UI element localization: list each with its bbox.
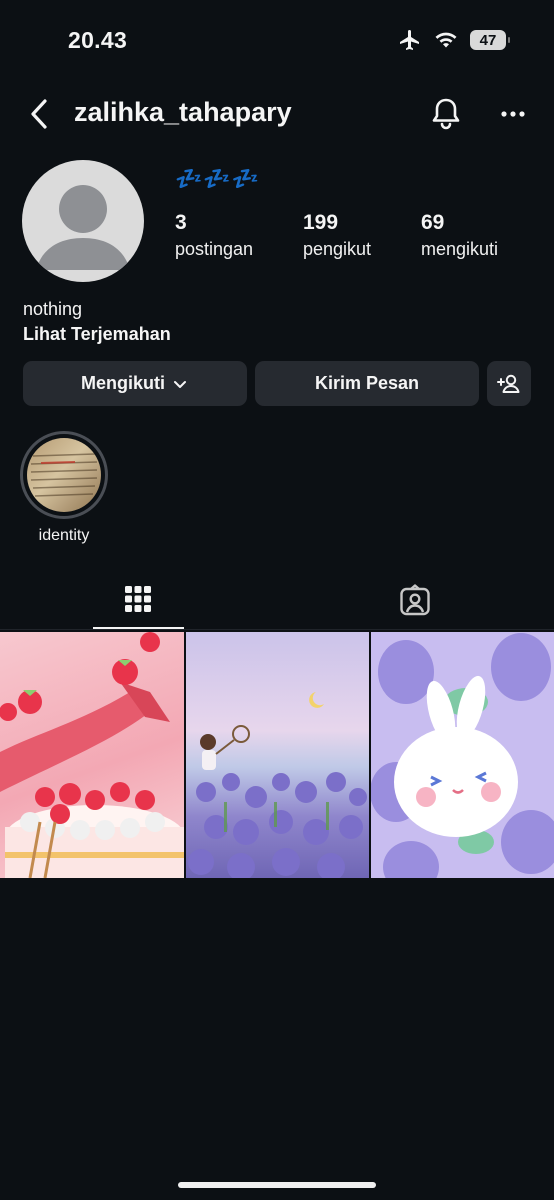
post-thumbnail-bunny[interactable] xyxy=(371,632,554,878)
following-button-label: Mengikuti xyxy=(81,373,165,393)
highlight-label: identity xyxy=(38,527,90,544)
highlight-cover-image[interactable] xyxy=(27,438,101,512)
post-art-bunny xyxy=(371,633,554,878)
profile-username: zalihka_tahapary xyxy=(74,97,292,127)
wifi-icon xyxy=(435,32,457,48)
stat-following[interactable]: 69 mengikuti xyxy=(421,211,498,260)
profile-display-name: 💤💤💤 xyxy=(175,166,261,191)
tagged-posts-tab-icon[interactable] xyxy=(399,584,431,616)
tab-divider xyxy=(0,629,554,630)
battery-icon: 47 xyxy=(470,30,510,50)
posts-grid-tab-icon[interactable] xyxy=(123,584,153,614)
profile-avatar[interactable] xyxy=(22,160,144,282)
default-avatar-icon xyxy=(36,185,130,270)
notification-bell-icon[interactable] xyxy=(430,96,462,132)
message-button-label: Kirim Pesan xyxy=(314,373,420,393)
stat-followers-label: pengikut xyxy=(303,239,372,259)
stat-following-label: mengikuti xyxy=(421,239,499,259)
stat-posts[interactable]: 3 postingan xyxy=(175,211,253,260)
stat-followers[interactable]: 199 pengikut xyxy=(303,211,371,260)
stat-following-count: 69 xyxy=(421,211,445,234)
stat-followers-count: 199 xyxy=(303,211,339,234)
battery-level: 47 xyxy=(479,31,497,49)
stat-posts-count: 3 xyxy=(175,211,187,234)
status-icons: 47 xyxy=(398,28,510,52)
home-indicator[interactable] xyxy=(178,1182,376,1188)
see-translation-link[interactable]: Lihat Terjemahan xyxy=(23,324,171,345)
add-person-icon xyxy=(497,374,520,393)
status-time: 20.43 xyxy=(68,27,128,53)
post-thumbnail-strawberry-cake[interactable] xyxy=(0,632,184,878)
stat-posts-label: postingan xyxy=(175,239,254,259)
back-chevron-icon[interactable] xyxy=(26,96,54,132)
post-art-strawberry-cake xyxy=(0,632,184,878)
highlight-cover-texture xyxy=(30,453,98,497)
post-art-flower-field xyxy=(188,692,367,878)
chevron-down-icon xyxy=(174,380,186,388)
message-button[interactable]: Kirim Pesan xyxy=(255,361,479,406)
profile-bio: nothing xyxy=(23,299,83,319)
following-button[interactable]: Mengikuti xyxy=(23,361,247,406)
post-thumbnail-flower-field[interactable] xyxy=(186,632,369,878)
more-options-icon[interactable] xyxy=(500,102,526,126)
airplane-icon xyxy=(400,30,419,50)
suggest-people-button[interactable] xyxy=(487,361,531,406)
